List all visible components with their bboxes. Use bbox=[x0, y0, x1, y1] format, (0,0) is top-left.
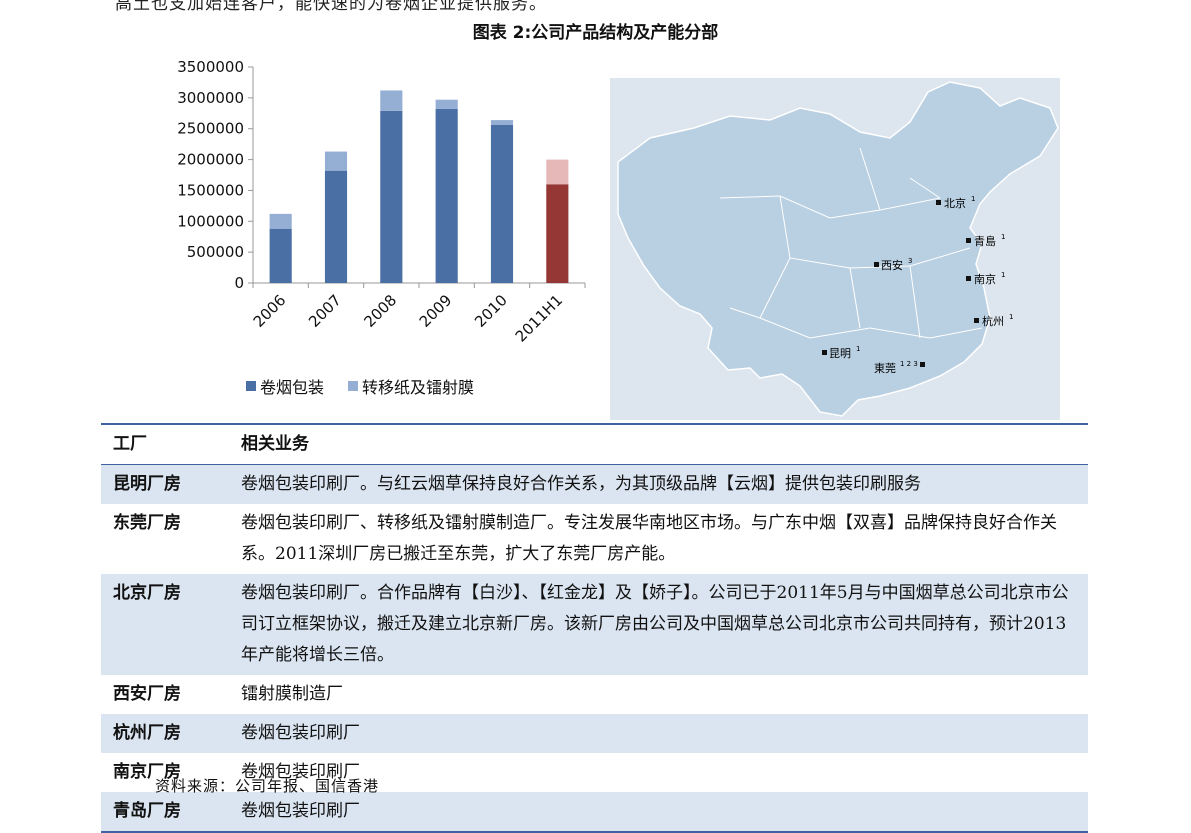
plant-business: 镭射膜制造厂 bbox=[241, 684, 343, 704]
plant-name: 青岛厂房 bbox=[101, 792, 229, 833]
city-sup: 3 bbox=[908, 257, 912, 265]
table-row: 北京厂房 卷烟包装印刷厂。合作品牌有【白沙】、【红金龙】及【娇子】。公司已于201… bbox=[101, 574, 1088, 675]
plant-name: 北京厂房 bbox=[101, 574, 229, 675]
y-tick-label: 2000000 bbox=[177, 151, 244, 169]
header-business: 相关业务 bbox=[229, 423, 1088, 465]
figure-title: 图表 2:公司产品结构及产能分部 bbox=[472, 23, 719, 43]
city-label: 青島 bbox=[974, 234, 996, 248]
bar-transfer-paper bbox=[490, 120, 514, 126]
y-tick-label: 0 bbox=[234, 274, 244, 292]
city-sup: 1 bbox=[856, 345, 860, 353]
y-tick-label: 1000000 bbox=[177, 212, 244, 230]
capacity-bar-chart: 0 500000 1000000 1500000 2000000 2500000 30000… bbox=[177, 58, 586, 346]
city-label: 杭州 bbox=[982, 314, 1004, 328]
x-tick-label: 2008 bbox=[360, 291, 400, 331]
city-sup: 1 bbox=[1009, 313, 1013, 321]
plant-business: 卷烟包装印刷厂 bbox=[229, 792, 1088, 833]
bar-transfer-paper bbox=[546, 159, 569, 185]
city-sup: 1 bbox=[1001, 271, 1005, 279]
bar-transfer-paper bbox=[380, 90, 403, 111]
bar-packaging bbox=[435, 108, 458, 283]
header-plant: 工厂 bbox=[101, 423, 229, 465]
table-row: 东莞厂房 卷烟包装印刷厂、转移纸及镭射膜制造厂。专注发展华南地区市场。与广东中烟【… bbox=[101, 504, 1088, 574]
plant-name: 杭州厂房 bbox=[101, 714, 229, 753]
y-tick-label: 3000000 bbox=[177, 89, 244, 107]
x-tick-label: 2009 bbox=[416, 291, 456, 331]
intro-text: 高土也支加始连客户，能快速的为卷烟企业提供服务。 bbox=[115, 0, 547, 14]
table-row: 杭州厂房 卷烟包装印刷厂 bbox=[101, 714, 1088, 753]
x-tick-label: 2006 bbox=[250, 291, 290, 331]
plant-business: 卷烟包装印刷厂、转移纸及镭射膜制造厂。专注发展华南地区市场。与广东中烟【双喜】品… bbox=[241, 513, 1057, 564]
x-tick-label: 2010 bbox=[471, 291, 511, 331]
x-tick-label: 2007 bbox=[305, 291, 345, 331]
table-row: 昆明厂房 卷烟包装印刷厂。与红云烟草保持良好合作关系，为其顶级品牌【云烟】提供包装… bbox=[101, 464, 1088, 504]
y-tick-label: 1500000 bbox=[177, 181, 244, 199]
table-row: 青岛厂房 卷烟包装印刷厂 bbox=[101, 792, 1088, 833]
plant-business: 卷烟包装印刷厂。合作品牌有【白沙】、【红金龙】及【娇子】。公司已于2011年5月… bbox=[229, 574, 1088, 675]
plant-business: 卷烟包装印刷厂。与红云烟草保持良好合作关系，为其顶级品牌【云烟】提供包装印刷服务 bbox=[229, 464, 1088, 504]
city-label: 昆明 bbox=[829, 347, 851, 360]
city-label: 東莞 bbox=[874, 362, 896, 375]
plants-table: 工厂 相关业务 昆明厂房 卷烟包装印刷厂。与红云烟草保持良好合作关系，为其顶级品牌… bbox=[101, 423, 1088, 833]
legend-swatch bbox=[348, 381, 359, 391]
bar-packaging bbox=[380, 110, 403, 283]
x-tick-label: 2011H1 bbox=[512, 291, 566, 345]
plant-name: 西安厂房 bbox=[113, 684, 181, 704]
city-sup: 1 bbox=[971, 195, 975, 203]
china-map: 北京 1 青島 1 西安 3 南京 1 杭州 1 昆明 1 東莞 1 2 3 bbox=[610, 78, 1060, 420]
bar-packaging bbox=[546, 184, 569, 283]
bar-transfer-paper bbox=[435, 99, 458, 109]
bar-packaging bbox=[490, 125, 514, 283]
bar-transfer-paper bbox=[324, 151, 348, 171]
legend-label: 卷烟包装 bbox=[260, 378, 325, 397]
city-label: 西安 bbox=[881, 258, 903, 272]
bar-packaging bbox=[324, 170, 348, 283]
plant-name: 东莞厂房 bbox=[113, 513, 181, 533]
city-sup: 1 2 3 bbox=[900, 360, 918, 368]
table-header-row: 工厂 相关业务 bbox=[101, 423, 1088, 465]
source-note: 资料来源：公司年报、国信香港 bbox=[155, 777, 380, 795]
y-tick-label: 500000 bbox=[187, 243, 244, 261]
legend-item-packaging: 卷烟包装 bbox=[246, 374, 324, 398]
city-sup: 1 bbox=[1001, 233, 1005, 241]
chart-legend: 卷烟包装 转移纸及镭射膜 bbox=[246, 374, 474, 398]
city-label: 北京 bbox=[944, 196, 966, 210]
y-tick-label: 3500000 bbox=[177, 58, 244, 76]
y-tick-label: 2500000 bbox=[177, 120, 244, 138]
bar-packaging bbox=[269, 228, 292, 283]
city-label: 南京 bbox=[974, 272, 996, 286]
bar-transfer-paper bbox=[269, 213, 292, 229]
plant-name: 昆明厂房 bbox=[101, 464, 229, 504]
plant-business: 卷烟包装印刷厂 bbox=[229, 714, 1088, 753]
table-row: 西安厂房 镭射膜制造厂 bbox=[101, 675, 1088, 714]
legend-swatch bbox=[246, 381, 256, 391]
legend-label: 转移纸及镭射膜 bbox=[362, 378, 475, 397]
legend-item-transfer-paper: 转移纸及镭射膜 bbox=[348, 374, 474, 398]
